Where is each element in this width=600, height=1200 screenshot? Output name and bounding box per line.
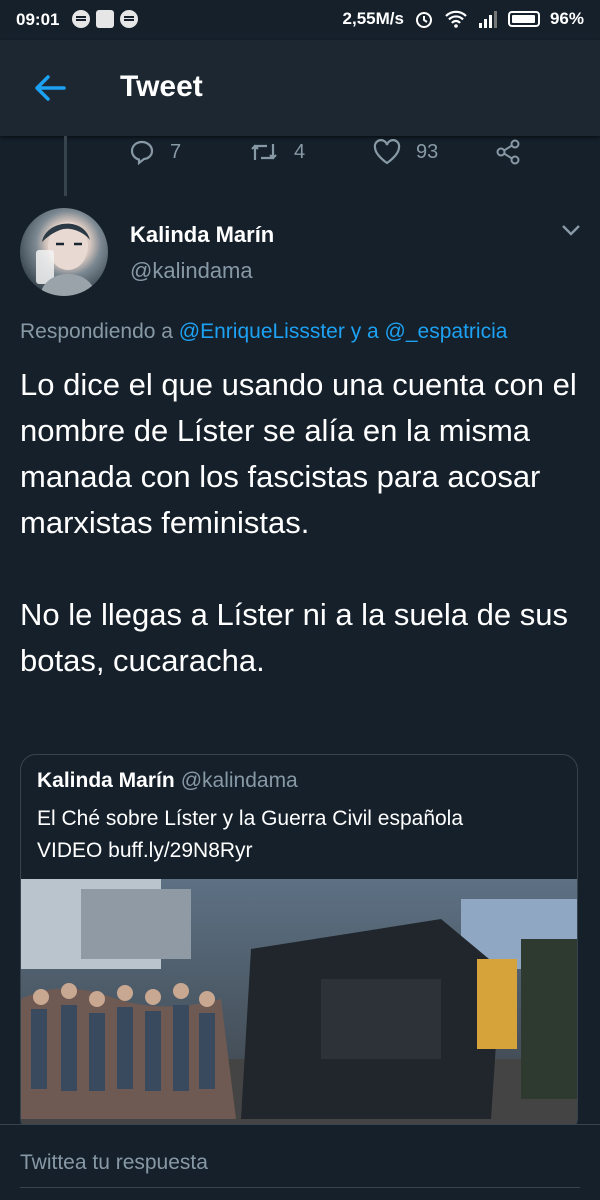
reply-compose-bar <box>0 1124 600 1200</box>
mention-joiner[interactable]: y a <box>345 320 385 343</box>
tweet-body: Lo dice el que usando una cuenta con el … <box>20 362 580 684</box>
retweet-button[interactable]: 4 <box>248 138 305 166</box>
reply-button[interactable]: 7 <box>128 138 181 166</box>
twitter-notification-icon <box>96 10 114 28</box>
quoted-text-line: El Ché sobre Líster y la Guerra Civil es… <box>37 807 464 830</box>
mention-link[interactable]: @_espatricia <box>385 320 508 343</box>
like-count: 93 <box>416 140 439 163</box>
reply-count: 7 <box>170 140 182 163</box>
battery-icon <box>507 11 540 27</box>
quoted-author-name: Kalinda Marín <box>37 769 175 792</box>
tweet-paragraph: Lo dice el que usando una cuenta con el … <box>20 367 577 540</box>
spotify-icon <box>120 10 138 28</box>
input-underline <box>20 1187 580 1188</box>
quoted-tweet-header: Kalinda Marín @kalindama <box>37 769 298 793</box>
tweet-author-name[interactable]: Kalinda Marín <box>130 222 274 248</box>
page-title: Tweet <box>120 70 203 103</box>
replying-prefix: Respondiendo a <box>20 320 179 343</box>
status-bar: 09:01 2,55M/s 96% <box>0 0 600 40</box>
reply-icon <box>130 140 154 166</box>
system-status-icons: 2,55M/s 96% <box>343 9 584 29</box>
avatar-photo <box>36 222 96 296</box>
tweet-author-handle[interactable]: @kalindama <box>130 258 253 284</box>
network-speed: 2,55M/s <box>342 9 404 28</box>
replying-to: Respondiendo a @EnriqueLissster y a @_es… <box>20 320 507 344</box>
reply-input[interactable] <box>20 1141 580 1185</box>
quoted-text-line: VIDEO buff.ly/29N8Ryr <box>37 839 253 862</box>
share-button[interactable] <box>494 138 522 166</box>
tweet-paragraph: No le llegas a Líster ni a la suela de s… <box>20 597 568 678</box>
quoted-tweet-card[interactable]: Kalinda Marín @kalindama El Ché sobre Lís… <box>20 754 578 1134</box>
quoted-author-handle: @kalindama <box>180 769 298 792</box>
chevron-down-icon[interactable] <box>560 222 582 238</box>
wifi-icon <box>445 10 467 28</box>
mention-link[interactable]: @EnriqueLissster <box>179 320 345 343</box>
like-button[interactable]: 93 <box>372 138 438 166</box>
alarm-icon <box>415 12 432 28</box>
app-header: Tweet <box>0 40 600 136</box>
battery-level: 96% <box>549 9 584 28</box>
quoted-media-thumbnail[interactable] <box>21 879 578 1134</box>
signal-icon <box>478 11 497 28</box>
retweet-count: 4 <box>294 140 306 163</box>
notification-icons <box>72 10 138 28</box>
status-time: 09:01 <box>16 10 60 29</box>
heart-icon <box>373 139 401 165</box>
retweet-icon <box>251 144 277 160</box>
quoted-tweet-text: El Ché sobre Líster y la Guerra Civil es… <box>37 803 567 867</box>
parent-tweet-actions: 7 4 93 <box>0 138 600 174</box>
back-arrow-icon[interactable] <box>30 70 70 106</box>
avatar[interactable] <box>20 208 108 296</box>
share-icon <box>496 139 520 165</box>
spotify-icon <box>72 10 90 28</box>
